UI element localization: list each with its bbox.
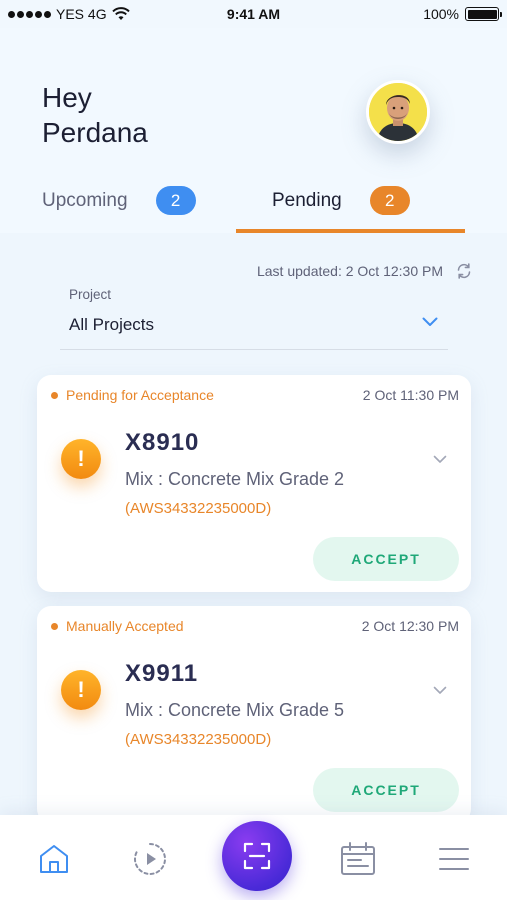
order-status: Manually Accepted — [51, 618, 184, 634]
project-filter-label: Project — [69, 287, 112, 302]
carrier-label: YES 4G — [56, 6, 107, 22]
order-code: X9911 — [125, 660, 199, 687]
status-bar: YES 4G 9:41 AM 100% — [0, 0, 507, 28]
status-dot — [51, 622, 58, 630]
order-status-label: Pending for Acceptance — [66, 387, 214, 403]
greeting-title: Hey Perdana — [42, 82, 148, 148]
last-updated-row: Last updated: 2 Oct 12:30 PM — [257, 262, 473, 280]
order-code: X8910 — [125, 429, 200, 456]
nav-menu[interactable] — [434, 839, 474, 879]
order-mix: Mix : Concrete Mix Grade 2 — [125, 469, 345, 489]
upcoming-count-badge: 2 — [155, 186, 196, 215]
carrier-group: YES 4G — [8, 6, 130, 22]
project-filter-value: All Projects — [69, 315, 155, 334]
battery-icon — [465, 7, 502, 21]
tab-upcoming-label: Upcoming — [42, 189, 128, 211]
order-card[interactable]: Manually Accepted 2 Oct 12:30 PM ! X9911… — [37, 606, 471, 823]
accept-button[interactable]: ACCEPT — [313, 537, 459, 581]
status-dot — [51, 391, 58, 399]
active-tab-indicator — [236, 229, 465, 233]
order-reference: (AWS34332235000D) — [125, 731, 272, 748]
order-mix: Mix : Concrete Mix Grade 5 — [125, 700, 345, 720]
order-time: 2 Oct 11:30 PM — [362, 387, 459, 403]
wifi-icon — [111, 7, 130, 20]
scan-icon — [243, 842, 271, 870]
tab-bar: Upcoming 2 Pending 2 — [0, 168, 507, 233]
avatar[interactable] — [366, 80, 430, 144]
nav-progress[interactable] — [130, 839, 170, 879]
tab-upcoming[interactable]: Upcoming 2 — [42, 168, 196, 233]
scan-button[interactable] — [222, 821, 292, 891]
refresh-icon[interactable] — [455, 262, 473, 280]
home-icon — [40, 845, 68, 873]
avatar-portrait — [369, 83, 427, 141]
battery-group: 100% — [423, 6, 502, 22]
battery-percent: 100% — [423, 6, 459, 22]
bottom-nav — [0, 815, 507, 900]
order-status-label: Manually Accepted — [66, 618, 184, 634]
calendar-icon — [341, 842, 375, 875]
nav-home[interactable] — [34, 839, 74, 879]
header: Hey Perdana Upcoming 2 Pending 2 — [0, 28, 507, 233]
tab-pending-label: Pending — [272, 189, 342, 211]
order-time: 2 Oct 12:30 PM — [361, 618, 459, 634]
nav-calendar[interactable] — [338, 839, 378, 879]
order-card[interactable]: Pending for Acceptance 2 Oct 11:30 PM ! … — [37, 375, 471, 592]
chevron-down-icon — [422, 317, 438, 326]
expand-chevron-icon[interactable] — [433, 455, 447, 464]
expand-chevron-icon[interactable] — [433, 686, 447, 695]
progress-icon — [134, 843, 166, 875]
order-reference: (AWS34332235000D) — [125, 500, 272, 517]
signal-strength-icon — [8, 10, 51, 18]
warning-icon: ! — [61, 439, 101, 479]
warning-icon: ! — [61, 670, 101, 710]
last-updated-text: Last updated: 2 Oct 12:30 PM — [256, 263, 443, 279]
project-filter-select[interactable]: Project All Projects — [60, 287, 448, 350]
accept-button[interactable]: ACCEPT — [313, 768, 459, 812]
menu-icon — [439, 848, 469, 870]
tab-pending[interactable]: Pending 2 — [272, 168, 410, 233]
pending-count-badge: 2 — [369, 186, 410, 215]
order-status: Pending for Acceptance — [51, 387, 214, 403]
